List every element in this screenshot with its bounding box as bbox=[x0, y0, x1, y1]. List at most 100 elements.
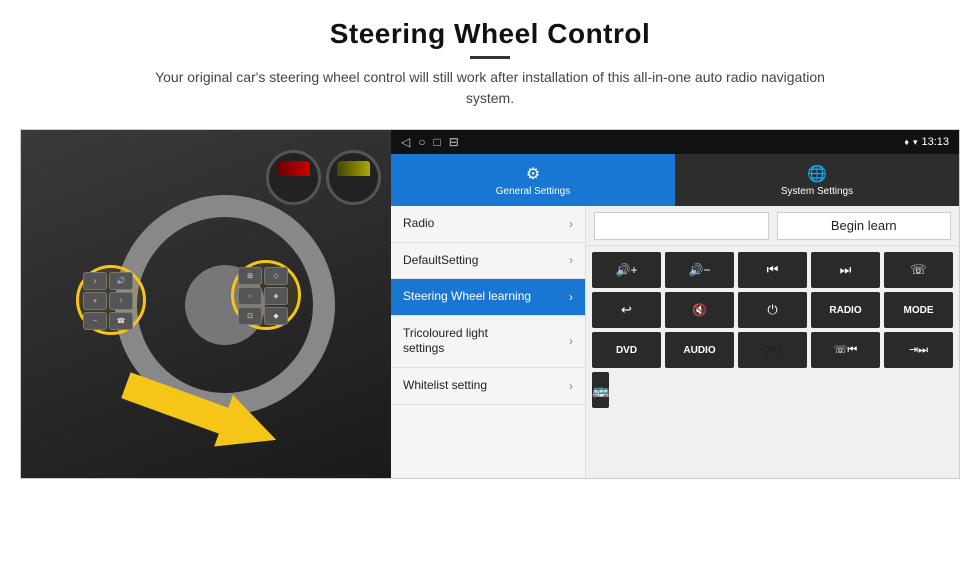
radio-label: RADIO bbox=[829, 305, 861, 316]
gauge-red-left bbox=[277, 161, 310, 176]
settings-menu: Radio › DefaultSetting › Steering Wheel … bbox=[391, 206, 959, 478]
menu-item-whitelist[interactable]: Whitelist setting › bbox=[391, 368, 585, 405]
status-time: 13:13 bbox=[921, 136, 949, 148]
sw-btn-vol: 🔊 bbox=[109, 272, 133, 290]
page-title: Steering Wheel Control bbox=[140, 18, 840, 50]
ctrl-row-4: 🚌 bbox=[592, 372, 953, 408]
android-section: ◁ ○ □ ⊟ ♦ ▾ 13:13 ⚙ General Settings bbox=[391, 130, 959, 478]
tab-general-label: General Settings bbox=[496, 186, 571, 197]
menu-item-radio-label: Radio bbox=[403, 216, 434, 232]
ctrl-row-2: ↩ 🔇 ⏻ RADIO MODE bbox=[592, 292, 953, 328]
next-icon: ⏭ bbox=[840, 262, 852, 278]
ctrl-btn-power[interactable]: ⏻ bbox=[738, 292, 807, 328]
gps-label: GPS bbox=[762, 345, 783, 356]
statusbar-nav-icons: ◁ ○ □ ⊟ bbox=[401, 135, 459, 149]
content-area: ♪ 🔊 + ↑ − ☎ ⊞ ◇ ○ bbox=[20, 129, 960, 479]
ctrl-btn-call-answer[interactable]: ☏ bbox=[884, 252, 953, 288]
menu-nav-icon[interactable]: ⊟ bbox=[449, 135, 459, 149]
sw-btn-phone: ☎ bbox=[109, 312, 133, 330]
gauge-right bbox=[326, 150, 381, 205]
chevron-whitelist: › bbox=[569, 379, 573, 393]
mode-label: MODE bbox=[904, 305, 934, 316]
return-icon: ↩ bbox=[621, 302, 632, 318]
sw-btn-arrow: ↑ bbox=[109, 292, 133, 310]
menu-item-defaultsetting[interactable]: DefaultSetting › bbox=[391, 243, 585, 280]
home-nav-icon[interactable]: ○ bbox=[418, 135, 425, 149]
recents-nav-icon[interactable]: □ bbox=[433, 135, 440, 149]
gauge-red-right bbox=[337, 161, 370, 176]
back-nav-icon[interactable]: ◁ bbox=[401, 135, 410, 149]
ctrl-btn-next[interactable]: ⏭ bbox=[811, 252, 880, 288]
btn-row-right-mid: ○ ◈ bbox=[238, 287, 288, 305]
vol-up-icon: 🔊+ bbox=[616, 263, 638, 277]
ctrl-btn-mode[interactable]: MODE bbox=[884, 292, 953, 328]
mute-icon: 🔇 bbox=[692, 303, 707, 317]
system-settings-icon: 🌐 bbox=[807, 164, 827, 184]
ctrl-btn-vol-up[interactable]: 🔊+ bbox=[592, 252, 661, 288]
ctrl-btn-radio[interactable]: RADIO bbox=[811, 292, 880, 328]
ctrl-btn-dvd[interactable]: DVD bbox=[592, 332, 661, 368]
dvd-label: DVD bbox=[616, 345, 637, 356]
sw-btn-r3: ○ bbox=[238, 287, 262, 305]
bus-icon: 🚌 bbox=[592, 382, 609, 399]
button-group-left: ♪ 🔊 + ↑ − ☎ bbox=[83, 272, 133, 330]
btn-row-right-bot: ⊡ ◆ bbox=[238, 307, 288, 325]
menu-item-steering-label: Steering Wheel learning bbox=[403, 289, 531, 305]
sw-btn-r1: ⊞ bbox=[238, 267, 262, 285]
sw-btn-minus: − bbox=[83, 312, 107, 330]
ctrl-btn-prev[interactable]: ⏮ bbox=[738, 252, 807, 288]
sw-btn-r2: ◇ bbox=[264, 267, 288, 285]
sw-btn-plus: + bbox=[83, 292, 107, 310]
page-container: Steering Wheel Control Your original car… bbox=[0, 0, 980, 564]
btn-row-left-bot: − ☎ bbox=[83, 312, 133, 330]
control-panel: Begin learn 🔊+ 🔊− ⏮ ⏭ ☏ bbox=[586, 206, 959, 478]
menu-item-tricoloured[interactable]: Tricoloured lightsettings › bbox=[391, 316, 585, 368]
btn-row-right-top: ⊞ ◇ bbox=[238, 267, 288, 285]
vol-down-icon: 🔊− bbox=[689, 263, 711, 277]
menu-list: Radio › DefaultSetting › Steering Wheel … bbox=[391, 206, 586, 478]
general-settings-icon: ⚙ bbox=[526, 164, 540, 184]
tab-bar: ⚙ General Settings 🌐 System Settings bbox=[391, 154, 959, 206]
radio-row: Begin learn bbox=[586, 206, 959, 246]
tab-general-settings[interactable]: ⚙ General Settings bbox=[391, 154, 675, 206]
gauge-cluster bbox=[266, 150, 381, 205]
page-subtitle: Your original car's steering wheel contr… bbox=[140, 67, 840, 109]
chevron-default: › bbox=[569, 253, 573, 267]
chevron-radio: › bbox=[569, 217, 573, 231]
menu-item-default-label: DefaultSetting bbox=[403, 253, 478, 269]
ctrl-row-1: 🔊+ 🔊− ⏮ ⏭ ☏ bbox=[592, 252, 953, 288]
btn-row-left-mid: + ↑ bbox=[83, 292, 133, 310]
title-section: Steering Wheel Control Your original car… bbox=[140, 18, 840, 121]
android-statusbar: ◁ ○ □ ⊟ ♦ ▾ 13:13 bbox=[391, 130, 959, 154]
sw-btn-r4: ◈ bbox=[264, 287, 288, 305]
chevron-steering: › bbox=[569, 290, 573, 304]
menu-item-steering-wheel[interactable]: Steering Wheel learning › bbox=[391, 279, 585, 316]
ctrl-btn-mute[interactable]: 🔇 bbox=[665, 292, 734, 328]
photo-section: ♪ 🔊 + ↑ − ☎ ⊞ ◇ ○ bbox=[21, 130, 391, 479]
gauge-left bbox=[266, 150, 321, 205]
sw-btn-r6: ◆ bbox=[264, 307, 288, 325]
audio-label: AUDIO bbox=[683, 345, 715, 356]
menu-item-radio[interactable]: Radio › bbox=[391, 206, 585, 243]
ctrl-btn-vol-down[interactable]: 🔊− bbox=[665, 252, 734, 288]
ctrl-btn-skip-next[interactable]: ⇥⏭ bbox=[884, 332, 953, 368]
menu-item-whitelist-label: Whitelist setting bbox=[403, 378, 487, 394]
begin-learn-button[interactable]: Begin learn bbox=[777, 212, 952, 240]
power-icon: ⏻ bbox=[767, 302, 777, 318]
ctrl-btn-phone-prev[interactable]: ☏⏮ bbox=[811, 332, 880, 368]
statusbar-right: ♦ ▾ 13:13 bbox=[904, 136, 949, 148]
sw-btn-music: ♪ bbox=[83, 272, 107, 290]
ctrl-btn-gps[interactable]: GPS bbox=[738, 332, 807, 368]
radio-empty-box bbox=[594, 212, 769, 240]
call-answer-icon: ☏ bbox=[910, 262, 926, 278]
tab-system-label: System Settings bbox=[781, 186, 853, 197]
skip-next-icon: ⇥⏭ bbox=[909, 343, 928, 357]
phone-prev-icon: ☏⏮ bbox=[834, 343, 858, 357]
ctrl-btn-audio[interactable]: AUDIO bbox=[665, 332, 734, 368]
ctrl-btn-return[interactable]: ↩ bbox=[592, 292, 661, 328]
button-group-right: ⊞ ◇ ○ ◈ ⊡ ◆ bbox=[238, 267, 288, 325]
ctrl-btn-bus[interactable]: 🚌 bbox=[592, 372, 609, 408]
chevron-tricoloured: › bbox=[569, 334, 573, 348]
tab-system-settings[interactable]: 🌐 System Settings bbox=[675, 154, 959, 206]
wifi-icon: ▾ bbox=[913, 137, 918, 148]
